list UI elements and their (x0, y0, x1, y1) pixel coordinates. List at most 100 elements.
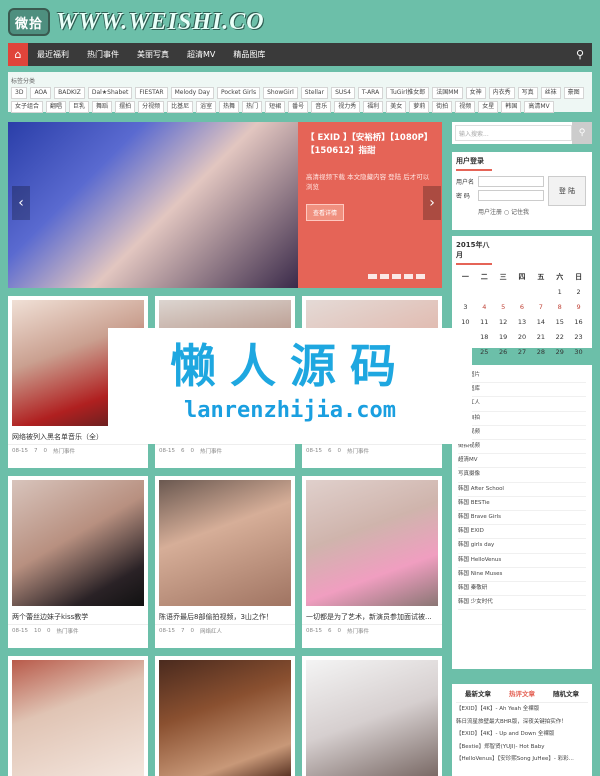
calendar-day[interactable]: 8 (550, 300, 569, 315)
tag-item[interactable]: ShowGirl (263, 87, 298, 99)
tag-item[interactable]: 写真 (517, 87, 538, 99)
category-item[interactable]: 韩国 少女时代 (458, 596, 586, 611)
post-card[interactable]: 两个蕾丝边妹子kiss教学 08-15 10 0 热门事件 (8, 476, 148, 648)
tag-item[interactable]: 番号 (288, 101, 309, 113)
post-thumbnail[interactable] (12, 660, 144, 776)
post-category[interactable]: 网络红人 (200, 627, 222, 635)
post-title[interactable]: 陈语乔最后8部偷拍视频，3山之作！ (155, 610, 295, 624)
post-thumbnail[interactable] (159, 660, 291, 776)
tag-item[interactable]: 比基尼 (167, 101, 194, 113)
tag-item[interactable]: 内衣秀 (488, 87, 515, 99)
calendar-day[interactable]: 25 (475, 345, 494, 360)
tag-item[interactable]: SUS4 (331, 87, 355, 99)
nav-item-hd-mv[interactable]: 超清MV (178, 49, 224, 60)
post-link[interactable]: 【Bestie】郑智贤(YUJI)- Hot Baby (456, 741, 588, 754)
category-item[interactable]: 网络红人 (458, 397, 586, 412)
tag-item[interactable]: 丝袜 (540, 87, 561, 99)
calendar-day[interactable]: 5 (494, 300, 513, 315)
calendar-day[interactable]: 26 (494, 345, 513, 360)
tag-item[interactable]: 法国MM (432, 87, 463, 99)
nav-item-welfare[interactable]: 最近福利 (28, 49, 78, 60)
category-item[interactable]: 韩国 After School (458, 483, 586, 497)
tag-item[interactable]: 高清MV (524, 101, 554, 113)
tab-latest[interactable]: 最新文章 (465, 688, 491, 698)
slide-image[interactable] (8, 122, 298, 288)
post-category[interactable]: 热门事件 (56, 627, 78, 635)
post-category[interactable]: 热门事件 (347, 447, 369, 455)
category-item[interactable]: 韩国 girls day (458, 539, 586, 554)
username-field[interactable] (478, 176, 544, 187)
slider-dot[interactable] (404, 274, 413, 279)
post-thumbnail[interactable] (306, 660, 438, 776)
post-category[interactable]: 热门事件 (347, 627, 369, 635)
tag-item[interactable]: 3D (11, 87, 28, 99)
tag-item[interactable]: T-ARA (357, 87, 384, 99)
tab-random[interactable]: 随机文章 (553, 688, 579, 698)
password-field[interactable] (478, 190, 544, 201)
calendar-day[interactable]: 16 (569, 315, 588, 330)
calendar-day[interactable]: 9 (569, 300, 588, 315)
calendar-day[interactable]: 18 (475, 330, 494, 345)
calendar-day[interactable]: 27 (513, 345, 532, 360)
post-title[interactable]: 一切都是为了艺术，新演员参加面试被... (302, 610, 442, 624)
tag-item[interactable]: 翻唱 (46, 101, 67, 113)
category-item[interactable]: 韩国 BESTie (458, 497, 586, 512)
tag-item[interactable]: 豪图 (563, 87, 584, 99)
calendar-day[interactable]: 29 (550, 345, 569, 360)
calendar-day[interactable] (531, 285, 550, 300)
slider-dot[interactable] (392, 274, 401, 279)
calendar-day[interactable]: 19 (494, 330, 513, 345)
tag-item[interactable]: 女星 (478, 101, 499, 113)
post-link[interactable]: 【EXID】【4K】- Ah Yeah 全裸版 (456, 703, 588, 716)
category-item[interactable]: 街拍视频 (458, 440, 586, 455)
post-category[interactable]: 热门事件 (200, 447, 222, 455)
calendar-day[interactable]: 2 (569, 285, 588, 300)
tag-item[interactable]: 舞蹈 (92, 101, 113, 113)
calendar-day[interactable]: 1 (550, 285, 569, 300)
tag-item[interactable]: 巨乳 (69, 101, 90, 113)
tag-item[interactable]: 热门 (242, 101, 263, 113)
calendar-day[interactable]: 28 (531, 345, 550, 360)
tag-item[interactable]: 摆拍 (115, 101, 136, 113)
calendar-day[interactable]: 22 (550, 330, 569, 345)
post-card[interactable] (302, 656, 442, 776)
tag-item[interactable]: 女神 (465, 87, 486, 99)
tag-item[interactable]: 分视频 (138, 101, 165, 113)
category-item[interactable]: 写真摄像 (458, 468, 586, 483)
tag-item[interactable]: 音乐 (311, 101, 332, 113)
tag-item[interactable]: Stellar (300, 87, 329, 99)
tag-item[interactable]: AOA (30, 87, 52, 99)
calendar-day[interactable]: 7 (531, 300, 550, 315)
tag-item[interactable]: 韩国 (501, 101, 522, 113)
tag-item[interactable]: Dal★Shabet (87, 87, 133, 99)
calendar-day[interactable] (494, 285, 513, 300)
calendar-day[interactable] (475, 285, 494, 300)
tag-item[interactable]: 街拍 (432, 101, 453, 113)
tag-item[interactable]: 美女 (386, 101, 407, 113)
slider-dot[interactable] (368, 274, 377, 279)
search-icon[interactable]: ⚲ (576, 48, 584, 61)
slide-title[interactable]: 【 EXID 】【安裕桥】【1080P】【150612】指甜 (306, 132, 434, 158)
nav-item-gallery[interactable]: 精品图库 (224, 49, 274, 60)
slider-dot[interactable] (416, 274, 425, 279)
post-card[interactable]: 陈语乔最后8部偷拍视频，3山之作！ 08-15 7 0 网络红人 (155, 476, 295, 648)
category-item[interactable]: 韩国 EXID (458, 525, 586, 540)
post-link[interactable]: 【HelloVenus】【安珍熙Song JuHee】- 彩彩... (456, 753, 588, 766)
tab-hot-comments[interactable]: 热评文章 (509, 688, 535, 698)
search-submit-icon[interactable]: ⚲ (572, 122, 592, 144)
tag-item[interactable]: 女子组合 (11, 101, 44, 113)
nav-item-photos[interactable]: 美丽写真 (128, 49, 178, 60)
category-item[interactable]: 萝莉视频 (458, 426, 586, 441)
post-link[interactable]: 【EXID】【4K】- Up and Down 全裸版 (456, 728, 588, 741)
slide-detail-button[interactable]: 查看详情 (306, 204, 345, 221)
post-card[interactable] (155, 656, 295, 776)
nav-item-hot-events[interactable]: 热门事件 (78, 49, 128, 60)
tag-item[interactable]: 短裙 (265, 101, 286, 113)
category-item[interactable]: 潜女自拍 (458, 412, 586, 426)
prev-arrow-icon[interactable]: ‹ (12, 186, 30, 220)
calendar-day[interactable]: 20 (513, 330, 532, 345)
category-item[interactable]: 精品图库 (458, 383, 586, 398)
tag-item[interactable]: Melody Day (170, 87, 214, 99)
tag-item[interactable]: Pocket Girls (216, 87, 261, 99)
tag-item[interactable]: 萝莉 (409, 101, 430, 113)
